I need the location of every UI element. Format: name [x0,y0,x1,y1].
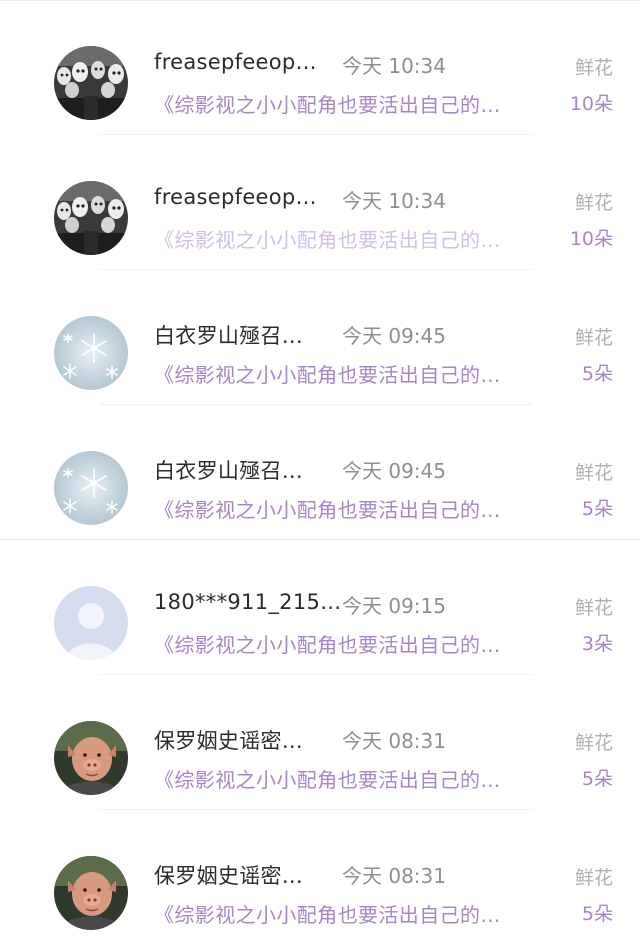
user-name[interactable]: 白衣罗山殛召… [154,320,334,350]
list-item[interactable]: 保罗姻史谣密… 今天 08:31 鲜花《综影视之小小配角也要活出自己的… 5朵 [0,675,640,809]
list-item[interactable]: 白衣罗山殛召… 今天 09:45 鲜花《综影视之小小配角也要活出自己的… 5朵 [0,270,640,404]
flower-count: 3朵 [581,633,613,655]
book-title-link[interactable]: 《综影视之小小配角也要活出自己的… [154,494,534,523]
flower-count: 5朵 [581,768,613,790]
timestamp: 今天 08:31 [342,729,446,753]
list-item[interactable]: 180***911_215… 今天 09:15 鲜花《综影视之小小配角也要活出自己的… [0,540,640,674]
flower-count: 5朵 [581,363,613,385]
gift-type-label: 鲜花 [574,867,613,889]
snowflake-avatar [54,451,128,525]
gift-type-label: 鲜花 [574,597,613,619]
avatar[interactable] [54,46,128,120]
masks-avatar [54,181,128,255]
gift-type-label: 鲜花 [574,192,613,214]
user-name[interactable]: 保罗姻史谣密… [154,725,334,755]
gift-type-label: 鲜花 [574,57,613,79]
book-title-link[interactable]: 《综影视之小小配角也要活出自己的… [154,224,534,253]
timestamp: 今天 09:45 [342,459,446,483]
list-item[interactable]: 白衣罗山殛召… 今天 09:45 鲜花《综影视之小小配角也要活出自己的… 5朵 [0,405,640,539]
gift-type-label: 鲜花 [574,462,613,484]
flower-count: 10朵 [569,228,613,250]
flower-count: 5朵 [581,498,613,520]
gift-type-label: 鲜花 [574,327,613,349]
avatar[interactable] [54,451,128,525]
book-title-link[interactable]: 《综影视之小小配角也要活出自己的… [154,629,534,658]
list-item[interactable]: freasepfeeop… 今天 10:34 鲜花《综影视之小小配角也要活出自己的…… [0,135,640,269]
flower-count: 5朵 [581,903,613,925]
timestamp: 今天 08:31 [342,864,446,888]
list-item[interactable]: 保罗姻史谣密… 今天 08:31 鲜花《综影视之小小配角也要活出自己的… 5朵 [0,810,640,944]
user-name[interactable]: 白衣罗山殛召… [154,455,334,485]
book-title-link[interactable]: 《综影视之小小配角也要活出自己的… [154,764,534,793]
timestamp: 今天 09:15 [342,594,446,618]
avatar[interactable] [54,316,128,390]
user-name[interactable]: 180***911_215… [154,590,341,614]
pig-man-avatar [54,856,128,930]
book-title-link[interactable]: 《综影视之小小配角也要活出自己的… [154,899,534,928]
avatar[interactable] [54,721,128,795]
flower-count: 10朵 [569,93,613,115]
avatar[interactable] [54,181,128,255]
list-item[interactable]: freasepfeeop… 今天 10:34 鲜花《综影视之小小配角也要活出自己的…… [0,0,640,134]
book-title-link[interactable]: 《综影视之小小配角也要活出自己的… [154,89,534,118]
pig-man-avatar [54,721,128,795]
avatar[interactable] [54,856,128,930]
user-name[interactable]: freasepfeeop… [154,185,334,209]
book-title-link[interactable]: 《综影视之小小配角也要活出自己的… [154,359,534,388]
masks-avatar [54,46,128,120]
timestamp: 今天 10:34 [342,54,446,78]
user-name[interactable]: freasepfeeop… [154,50,334,74]
timestamp: 今天 10:34 [342,189,446,213]
default-user-avatar [54,586,128,660]
gift-type-label: 鲜花 [574,732,613,754]
user-name[interactable]: 保罗姻史谣密… [154,860,334,890]
snowflake-avatar [54,316,128,390]
timestamp: 今天 09:45 [342,324,446,348]
avatar[interactable] [54,586,128,660]
